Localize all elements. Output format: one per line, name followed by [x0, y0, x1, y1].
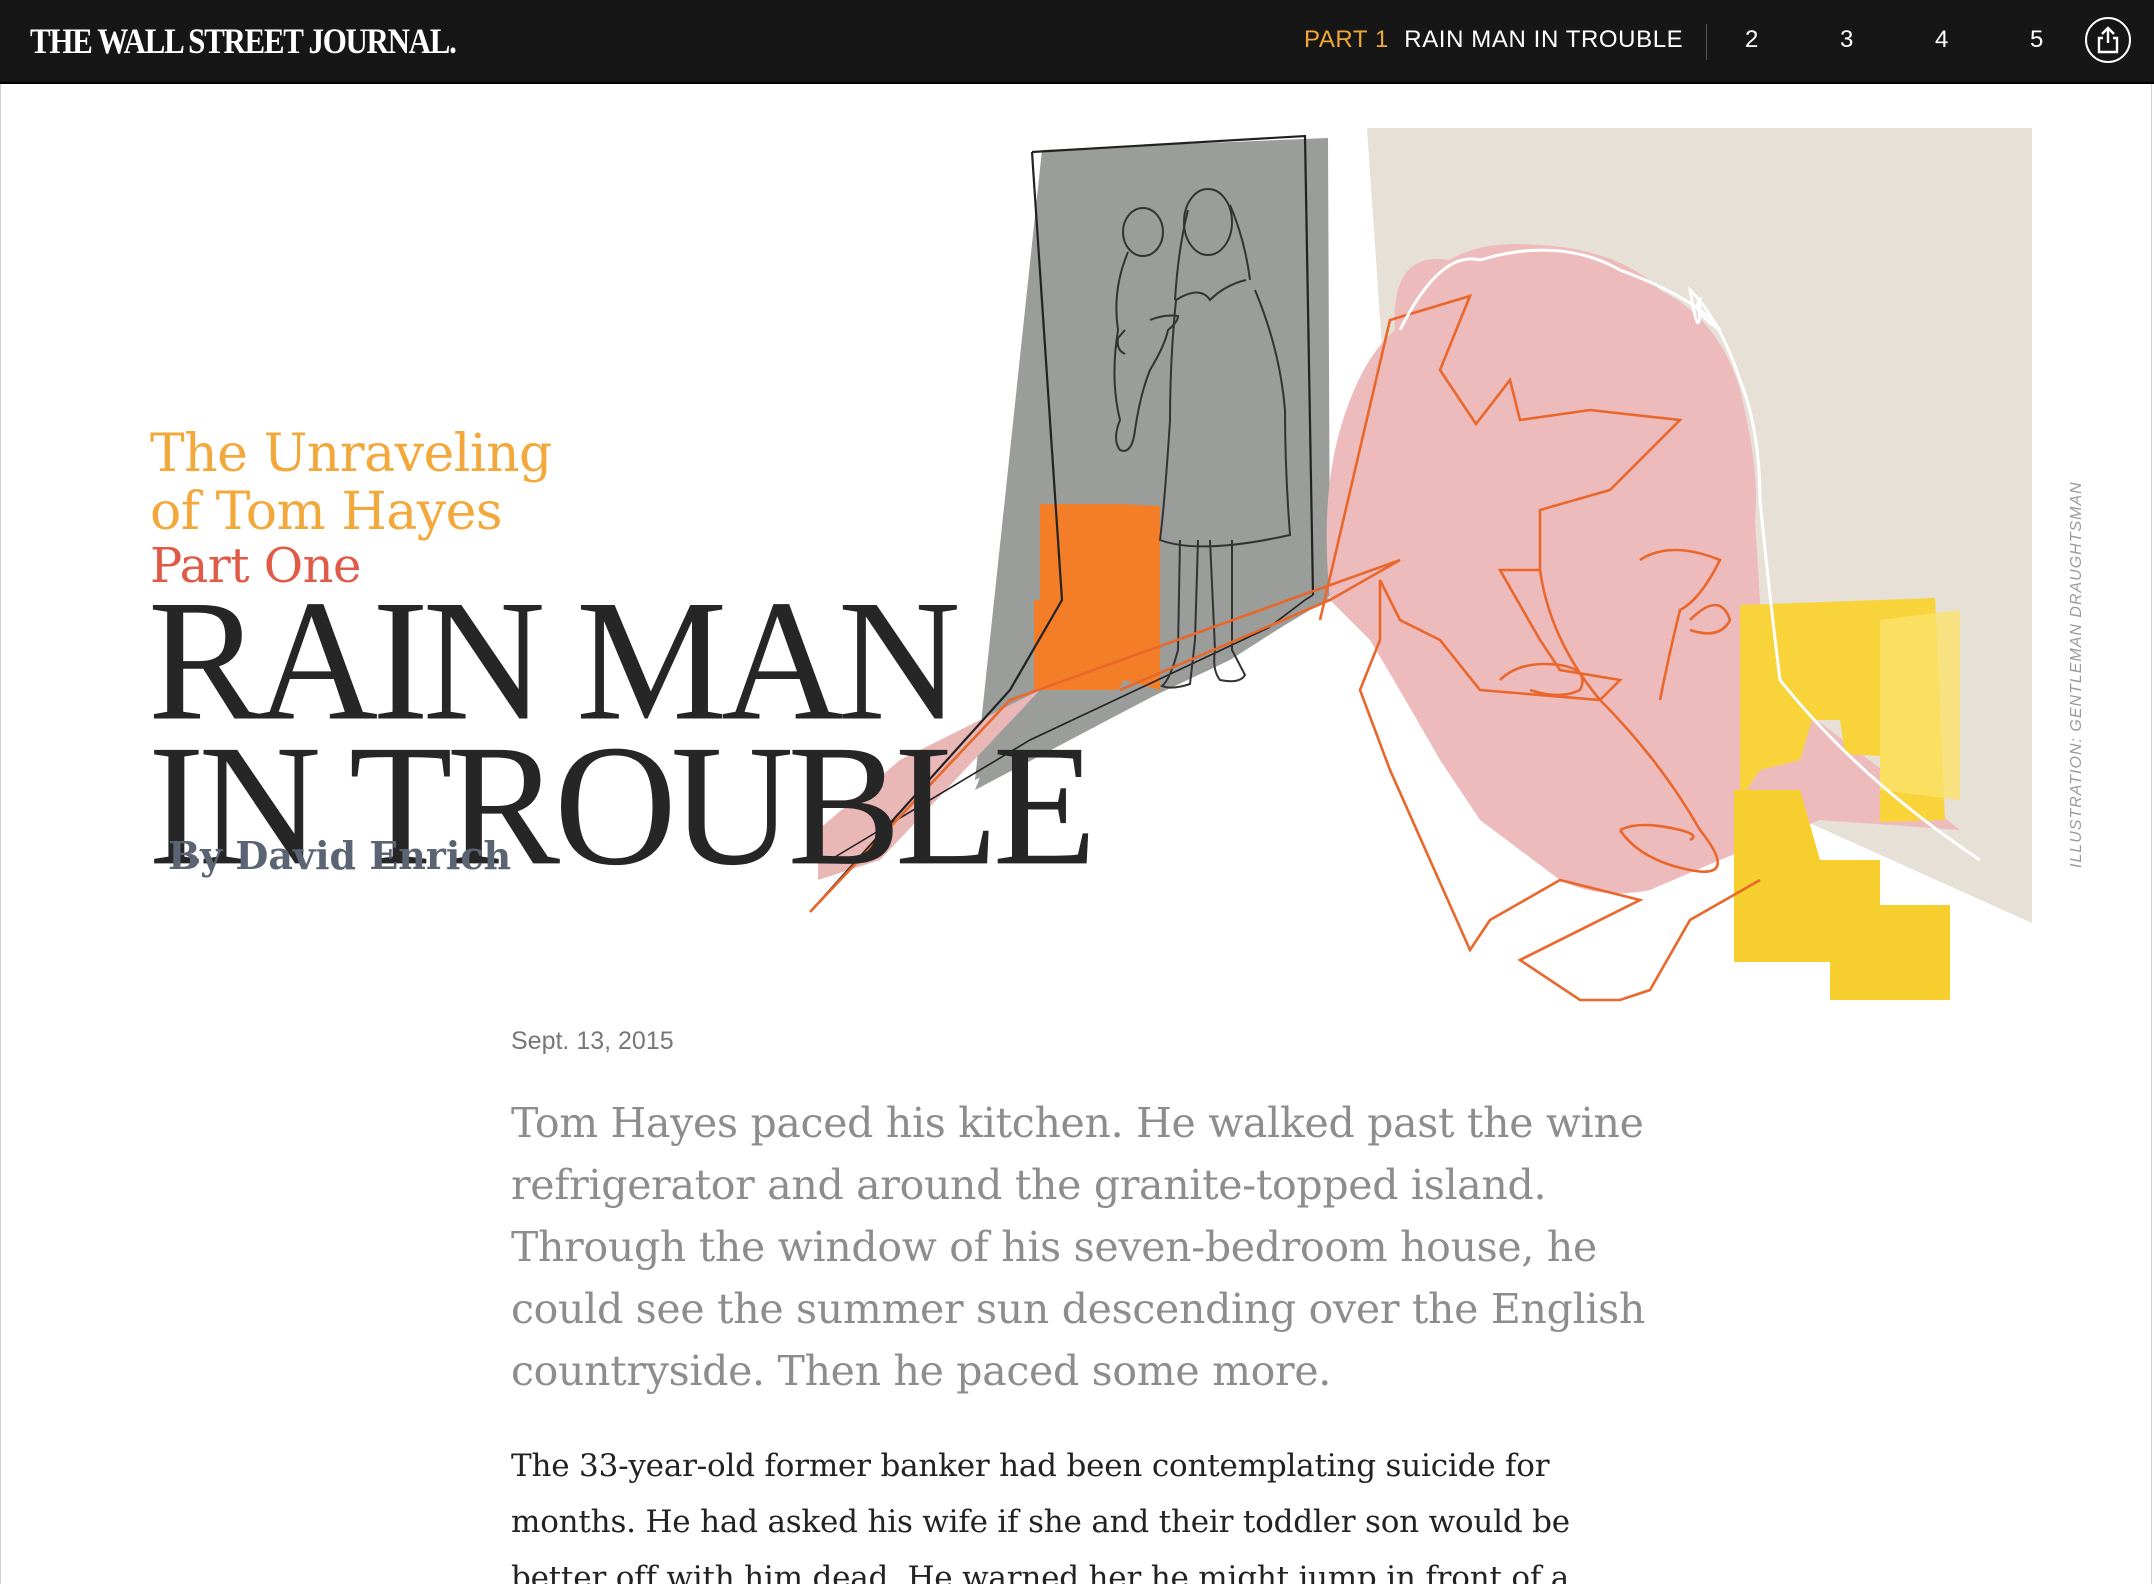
lede-line: Through the window of his seven-bedroom … [511, 1223, 1597, 1271]
series-title-line: of Tom Hayes [150, 482, 503, 542]
nav-divider [1706, 24, 1707, 60]
part-2-link[interactable]: 2 [1745, 26, 1758, 54]
series-title: The Unraveling of Tom Hayes [150, 425, 552, 541]
part-3-link[interactable]: 3 [1840, 26, 1853, 54]
body-paragraph: The 33-year-old former banker had been c… [511, 1438, 1611, 1584]
body-line: better off with him dead. He warned her … [511, 1560, 1570, 1584]
illustration-credit: ILLUSTRATION: GENTLEMAN DRAUGHTSMAN [2068, 481, 2085, 868]
byline[interactable]: By David Enrich [168, 833, 511, 878]
current-part-link[interactable]: PART 1 RAIN MAN IN TROUBLE [1304, 26, 1683, 54]
wsj-logo[interactable]: THE WALL STREET JOURNAL. [30, 20, 457, 62]
lede-line: countryside. Then he paced some more. [511, 1347, 1332, 1395]
current-part-title: RAIN MAN IN TROUBLE [1404, 26, 1684, 53]
part-4-link[interactable]: 4 [1935, 26, 1948, 54]
series-title-line: The Unraveling [150, 424, 552, 484]
body-line: months. He had asked his wife if she and… [511, 1504, 1570, 1540]
part-5-link[interactable]: 5 [2030, 26, 2043, 54]
publish-date: Sept. 13, 2015 [511, 1027, 674, 1055]
lede-line: refrigerator and around the granite-topp… [511, 1161, 1547, 1209]
share-button[interactable] [2085, 17, 2131, 63]
body-line: The 33-year-old former banker had been c… [511, 1448, 1550, 1484]
share-icon [2097, 26, 2119, 54]
current-part-label: PART 1 [1304, 26, 1389, 53]
top-navigation-bar: THE WALL STREET JOURNAL. PART 1 RAIN MAN… [0, 0, 2154, 84]
lede-paragraph: Tom Hayes paced his kitchen. He walked p… [511, 1092, 1651, 1402]
lede-line: Tom Hayes paced his kitchen. He walked p… [511, 1099, 1644, 1147]
lede-line: could see the summer sun descending over… [511, 1285, 1646, 1333]
